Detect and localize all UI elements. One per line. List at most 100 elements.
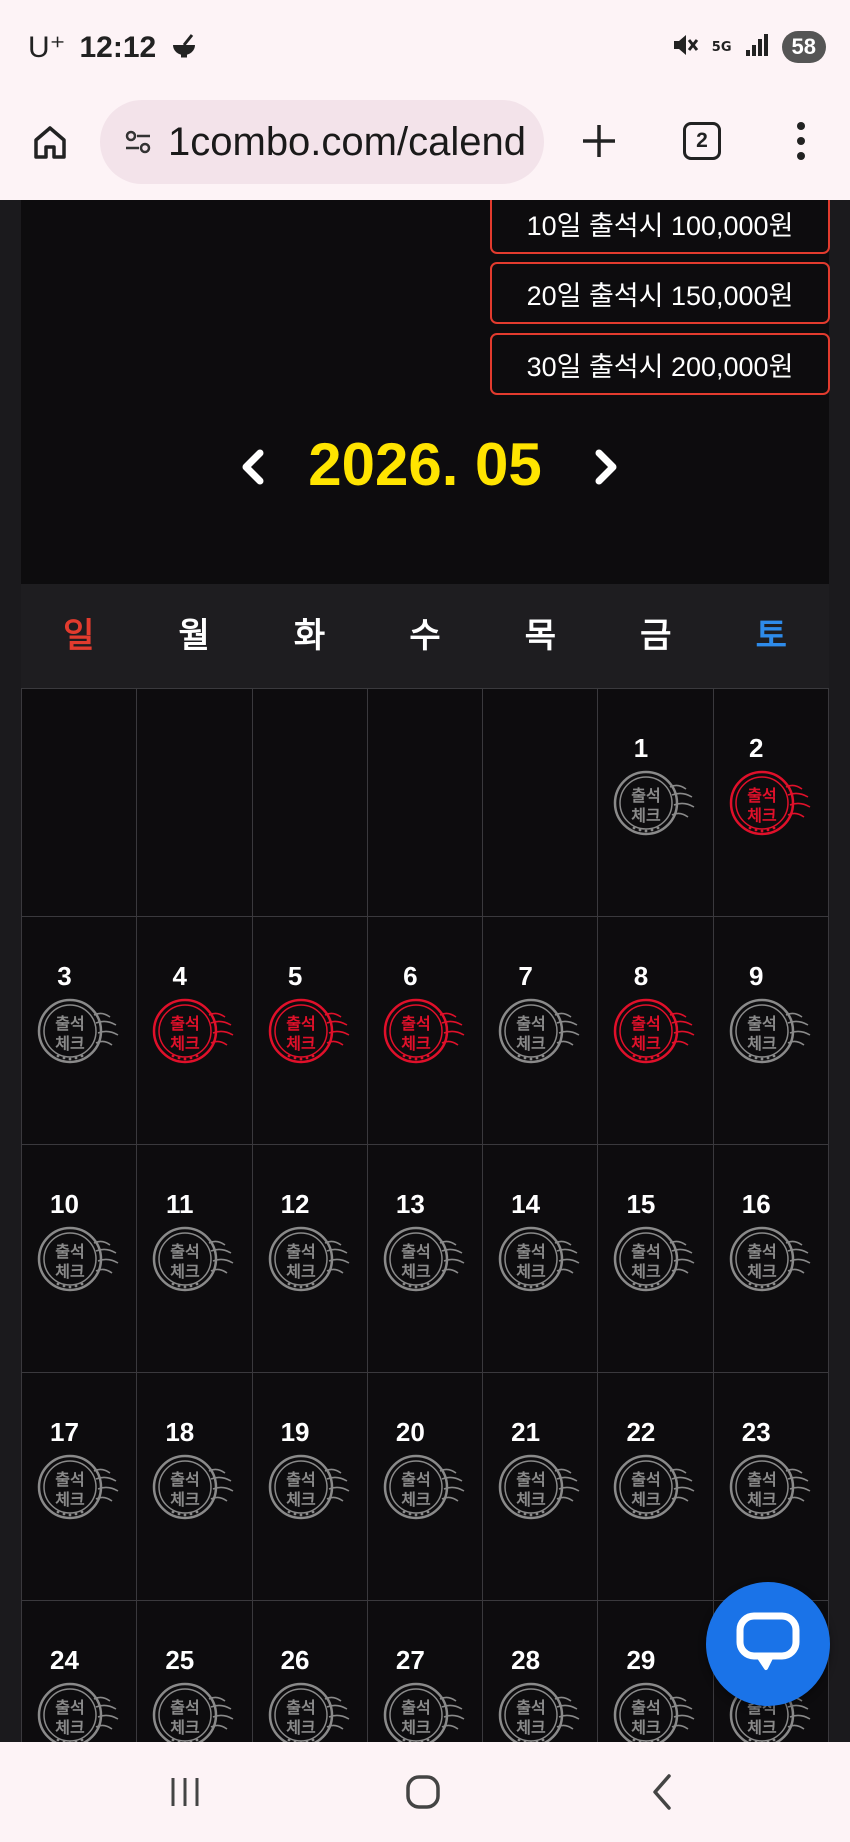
chevron-right-icon[interactable] <box>581 442 631 492</box>
stamp-text-bottom: 체크 <box>401 1718 431 1737</box>
calendar-day-cell[interactable]: 24 출석 체크 <box>22 1601 138 1742</box>
chevron-left-icon[interactable] <box>228 442 278 492</box>
calendar-day-cell[interactable]: 26 출석 체크 <box>252 1601 368 1742</box>
stamp-text-bottom: 체크 <box>286 1718 316 1737</box>
calendar-cell-empty <box>367 689 484 917</box>
day-number: 3 <box>57 961 72 991</box>
attendance-stamp-unchecked: 출석 체크 <box>497 993 581 1069</box>
reward-10-days: 10일 출석시 100,000원 <box>490 200 830 254</box>
stamp-text-top: 출석 <box>516 1014 545 1033</box>
calendar-day-cell[interactable]: 16 출석 체크 <box>713 1145 829 1373</box>
stamp-text-bottom: 체크 <box>747 1034 777 1053</box>
calendar-day-cell[interactable]: 20 출석 체크 <box>367 1373 484 1601</box>
day-number: 2 <box>748 733 764 763</box>
calendar-day-cell[interactable]: 9 출석 체크 <box>713 917 829 1145</box>
calendar-day-cell[interactable]: 10 출석 체크 <box>22 1145 138 1373</box>
day-number: 23 <box>741 1417 771 1447</box>
calendar-cell-empty <box>22 689 138 917</box>
calendar-day-cell[interactable]: 18 출석 체크 <box>137 1373 253 1601</box>
day-number: 24 <box>50 1645 79 1675</box>
back-icon[interactable] <box>632 1770 692 1814</box>
stamp-text-bottom: 체크 <box>286 1490 316 1509</box>
calendar-cell-empty <box>137 689 253 917</box>
day-number: 11 <box>166 1189 194 1219</box>
calendar-day-cell[interactable]: 2 출석 체크 <box>713 689 829 917</box>
tab-switcher-icon[interactable]: 2 <box>683 122 721 160</box>
stamp-text-top: 출석 <box>171 1014 200 1033</box>
plus-icon[interactable] <box>576 118 622 164</box>
calendar-day-cell[interactable]: 29 출석 체크 <box>598 1601 714 1742</box>
calendar-day-cell[interactable]: 25 출석 체크 <box>137 1601 253 1742</box>
attendance-stamp-unchecked: 출석 체크 <box>728 993 812 1069</box>
stamp-text-top: 출석 <box>55 1242 84 1261</box>
stamp-text-top: 출석 <box>747 786 776 805</box>
calendar-day-cell[interactable]: 27 출석 체크 <box>367 1601 484 1742</box>
recents-icon[interactable] <box>155 1770 215 1814</box>
attendance-stamp-unchecked: 출석 체크 <box>36 993 120 1069</box>
calendar-day-cell[interactable]: 17 출석 체크 <box>22 1373 138 1601</box>
stamp-text-top: 출석 <box>286 1698 315 1717</box>
day-number: 17 <box>50 1417 79 1447</box>
more-vert-icon[interactable] <box>784 118 818 164</box>
calendar-day-cell[interactable]: 1 출석 체크 <box>598 689 714 917</box>
stamp-text-bottom: 체크 <box>747 1718 777 1737</box>
stamp-text-top: 출석 <box>171 1242 200 1261</box>
attendance-stamp-unchecked: 출석 체크 <box>151 1449 235 1525</box>
stamp-text-top: 출석 <box>632 1470 661 1489</box>
day-number: 18 <box>165 1417 195 1447</box>
attendance-stamp-unchecked: 출석 체크 <box>36 1449 120 1525</box>
stamp-text-top: 출석 <box>401 1014 430 1033</box>
day-number: 15 <box>626 1189 656 1219</box>
home-nav-icon[interactable] <box>393 1770 453 1814</box>
stamp-text-bottom: 체크 <box>55 1490 85 1509</box>
day-number: 27 <box>395 1645 425 1675</box>
day-number: 25 <box>165 1645 195 1675</box>
calendar-day-cell[interactable]: 5 출석 체크 <box>252 917 368 1145</box>
weekday-fri: 금 <box>640 616 672 656</box>
attendance-stamp-unchecked: 출석 체크 <box>612 1221 696 1297</box>
day-number: 7 <box>518 961 533 991</box>
month-navigation: 2026. 05 <box>21 428 829 508</box>
chat-button[interactable] <box>706 1582 830 1706</box>
day-number: 1 <box>633 733 649 763</box>
calendar-day-cell[interactable]: 3 출석 체크 <box>22 917 138 1145</box>
calendar-day-cell[interactable]: 19 출석 체크 <box>252 1373 368 1601</box>
browser-toolbar: 1combo.com/calend 2 <box>0 96 850 200</box>
stamp-text-bottom: 체크 <box>171 1262 201 1281</box>
stamp-text-bottom: 체크 <box>171 1718 201 1737</box>
day-number: 26 <box>280 1645 310 1675</box>
address-bar[interactable]: 1combo.com/calend <box>100 100 544 184</box>
stamp-text-bottom: 체크 <box>401 1034 431 1053</box>
tune-icon[interactable] <box>120 124 156 160</box>
calendar-day-cell[interactable]: 8 출석 체크 <box>598 917 714 1145</box>
page-content: 10일 출석시 100,000원 20일 출석시 150,000원 30일 출석… <box>0 200 850 1742</box>
calendar-day-cell[interactable]: 28 출석 체크 <box>483 1601 599 1742</box>
calendar-day-cell[interactable]: 23 출석 체크 <box>713 1373 829 1601</box>
attendance-stamp-unchecked: 출석 체크 <box>151 1677 235 1742</box>
calendar-day-cell[interactable]: 13 출석 체크 <box>367 1145 484 1373</box>
calendar-day-cell[interactable]: 22 출석 체크 <box>598 1373 714 1601</box>
attendance-header-panel: 10일 출석시 100,000원 20일 출석시 150,000원 30일 출석… <box>21 200 830 584</box>
calendar-day-cell[interactable]: 15 출석 체크 <box>598 1145 714 1373</box>
attendance-stamp-unchecked: 출석 체크 <box>497 1677 581 1742</box>
home-icon[interactable] <box>26 118 74 166</box>
attendance-stamp-unchecked: 출석 체크 <box>267 1449 351 1525</box>
day-number: 9 <box>748 961 764 991</box>
calendar-day-cell[interactable]: 4 출석 체크 <box>137 917 253 1145</box>
attendance-stamp-unchecked: 출석 체크 <box>497 1221 581 1297</box>
attendance-stamp-unchecked: 출석 체크 <box>382 1449 466 1525</box>
attendance-stamp-unchecked: 출석 체크 <box>497 1449 581 1525</box>
calendar-day-cell[interactable]: 7 출석 체크 <box>483 917 599 1145</box>
day-number: 5 <box>287 961 303 991</box>
stamp-text-top: 출석 <box>516 1698 545 1717</box>
stamp-text-bottom: 체크 <box>286 1034 316 1053</box>
stamp-text-bottom: 체크 <box>55 1262 85 1281</box>
calendar-cell-empty <box>483 689 599 917</box>
attendance-stamp-checked: 출석 체크 <box>382 993 466 1069</box>
calendar-day-cell[interactable]: 14 출석 체크 <box>483 1145 599 1373</box>
calendar-day-cell[interactable]: 12 출석 체크 <box>252 1145 368 1373</box>
stamp-text-bottom: 체크 <box>632 1034 662 1053</box>
calendar-day-cell[interactable]: 6 출석 체크 <box>367 917 484 1145</box>
calendar-day-cell[interactable]: 11 출석 체크 <box>137 1145 253 1373</box>
calendar-day-cell[interactable]: 21 출석 체크 <box>483 1373 599 1601</box>
